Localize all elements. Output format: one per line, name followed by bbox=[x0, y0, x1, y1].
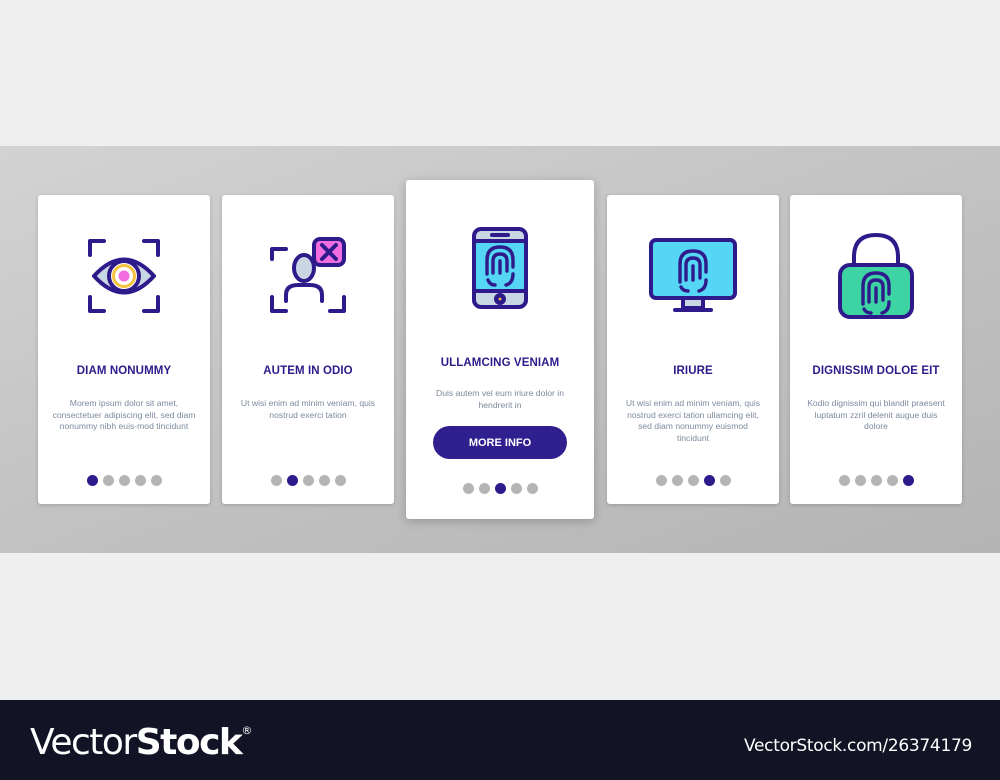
pagination-dots bbox=[222, 475, 394, 486]
onboarding-card-eye-scan: DIAM NONUMMY Morem ipsum dolor sit amet,… bbox=[38, 195, 210, 504]
pagination-dot-1[interactable] bbox=[86, 475, 98, 486]
onboarding-card-phone-fingerprint: ULLAMCING VENIAM Duis autem vel eum iriu… bbox=[406, 180, 594, 519]
image-id-link[interactable]: VectorStock.com/26374179 bbox=[744, 736, 972, 756]
pagination-dot-5[interactable] bbox=[526, 483, 538, 494]
pagination-dot-5[interactable] bbox=[150, 475, 162, 486]
card-title: DIGNISSIM DOLOE EIT bbox=[812, 365, 940, 377]
pagination-dot-4[interactable] bbox=[703, 475, 715, 486]
onboarding-card-face-id: AUTEM IN ODIO Ut wisi enim ad minim veni… bbox=[222, 195, 394, 504]
eye-scan-icon bbox=[38, 231, 210, 321]
pagination-dot-5[interactable] bbox=[719, 475, 731, 486]
pagination-dot-1[interactable] bbox=[655, 475, 667, 486]
pagination-dot-2[interactable] bbox=[854, 475, 866, 486]
pagination-dot-1[interactable] bbox=[462, 483, 474, 494]
card-description: Morem ipsum dolor sit amet, consectetuer… bbox=[52, 398, 196, 432]
pagination-dots bbox=[406, 483, 594, 494]
card-description: Duis autem vel eum iriure dolor in hendr… bbox=[435, 388, 564, 410]
card-title: IRIURE bbox=[673, 365, 713, 377]
phone-fingerprint-icon bbox=[406, 218, 594, 318]
brand-logo-bold: Stock bbox=[135, 722, 243, 763]
onboarding-card-monitor-fingerprint: IRIURE Ut wisi enim ad minim veniam, qui… bbox=[607, 195, 779, 504]
pagination-dot-3[interactable] bbox=[870, 475, 882, 486]
card-title: DIAM NONUMMY bbox=[76, 365, 172, 377]
more-info-button[interactable]: MORE INFO bbox=[433, 426, 567, 459]
pagination-dot-4[interactable] bbox=[886, 475, 898, 486]
pagination-dot-4[interactable] bbox=[318, 475, 330, 486]
monitor-fingerprint-icon bbox=[607, 231, 779, 321]
face-id-rejected-icon bbox=[222, 231, 394, 321]
pagination-dot-1[interactable] bbox=[270, 475, 282, 486]
pagination-dot-3[interactable] bbox=[687, 475, 699, 486]
pagination-dot-3[interactable] bbox=[118, 475, 130, 486]
pagination-dots bbox=[607, 475, 779, 486]
pagination-dots bbox=[790, 475, 962, 486]
pagination-dot-4[interactable] bbox=[134, 475, 146, 486]
pagination-dots bbox=[38, 475, 210, 486]
registered-mark: ® bbox=[241, 724, 253, 737]
brand-logo: VectorStock® bbox=[30, 722, 252, 763]
card-description: Ut wisi enim ad minim veniam, quis nostr… bbox=[240, 398, 376, 420]
padlock-fingerprint-icon bbox=[790, 231, 962, 321]
pagination-dot-2[interactable] bbox=[286, 475, 298, 486]
pagination-dot-5[interactable] bbox=[902, 475, 914, 486]
pagination-dot-3[interactable] bbox=[302, 475, 314, 486]
footer-bar: VectorStock® VectorStock.com/26374179 bbox=[0, 700, 1000, 780]
brand-logo-light: Vector bbox=[30, 722, 137, 763]
card-description: Kodio dignissim qui blandit praesent lup… bbox=[807, 398, 945, 432]
pagination-dot-2[interactable] bbox=[478, 483, 490, 494]
pagination-dot-3[interactable] bbox=[494, 483, 506, 494]
pagination-dot-5[interactable] bbox=[334, 475, 346, 486]
card-description: Ut wisi enim ad minim veniam, quis nostr… bbox=[625, 398, 761, 443]
card-title: AUTEM IN ODIO bbox=[263, 365, 353, 377]
onboarding-card-padlock-fingerprint: DIGNISSIM DOLOE EIT Kodio dignissim qui … bbox=[790, 195, 962, 504]
card-title: ULLAMCING VENIAM bbox=[440, 357, 560, 369]
pagination-dot-2[interactable] bbox=[102, 475, 114, 486]
pagination-dot-1[interactable] bbox=[838, 475, 850, 486]
pagination-dot-4[interactable] bbox=[510, 483, 522, 494]
pagination-dot-2[interactable] bbox=[671, 475, 683, 486]
